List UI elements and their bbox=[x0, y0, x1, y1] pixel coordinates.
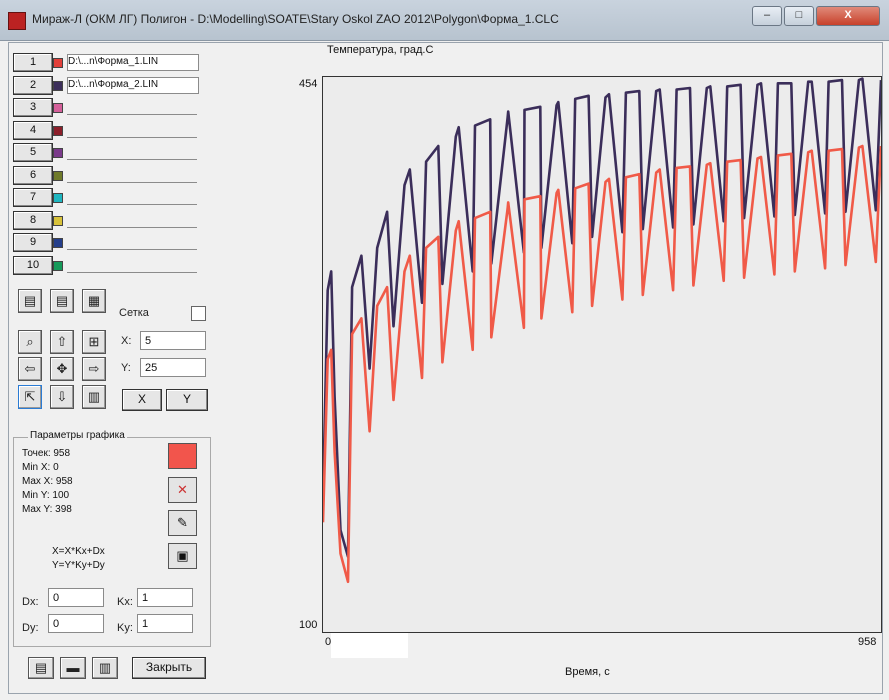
chart-plot bbox=[323, 77, 881, 584]
param-min-x: Min X: 0 bbox=[22, 462, 59, 473]
series-color-swatch bbox=[53, 238, 63, 248]
y-tick-max: 454 bbox=[299, 78, 318, 90]
delete-icon[interactable]: ✕ bbox=[168, 477, 197, 503]
zoom-out-icon[interactable]: ⌕ bbox=[18, 330, 42, 354]
dy-input[interactable]: 0 bbox=[48, 614, 104, 633]
series-button-7[interactable]: 7 bbox=[13, 188, 53, 207]
series-color-swatch bbox=[53, 81, 63, 91]
color-picker-button[interactable] bbox=[168, 443, 197, 469]
grid-y-button[interactable]: Y bbox=[166, 389, 208, 411]
series-line-2 bbox=[323, 144, 881, 584]
cursor-icon[interactable]: ⇱ bbox=[18, 385, 42, 409]
kx-input[interactable]: 1 bbox=[137, 588, 193, 607]
grid-y-input[interactable]: 25 bbox=[140, 358, 206, 377]
series-button-4[interactable]: 4 bbox=[13, 121, 53, 140]
ky-input[interactable]: 1 bbox=[137, 614, 193, 633]
kx-label: Kx: bbox=[117, 596, 133, 608]
x-tick-min: 0 bbox=[325, 636, 332, 648]
arrow-left-icon[interactable]: ⇦ bbox=[18, 357, 42, 381]
series-button-5[interactable]: 5 bbox=[13, 143, 53, 162]
grid-label: Сетка bbox=[119, 307, 149, 319]
y-axis-title: Температура, град.С bbox=[327, 44, 434, 56]
chart-area bbox=[322, 76, 882, 633]
dy-label: Dy: bbox=[22, 622, 39, 634]
series-button-6[interactable]: 6 bbox=[13, 166, 53, 185]
series-file-field[interactable] bbox=[67, 257, 197, 273]
grid-x-button[interactable]: X bbox=[122, 389, 162, 411]
monitor-icon[interactable]: ▬ bbox=[60, 657, 86, 679]
export-icon[interactable]: ▣ bbox=[168, 543, 197, 569]
params-title: Параметры графика bbox=[28, 430, 127, 441]
series-file-field[interactable] bbox=[67, 234, 197, 250]
center-icon[interactable]: ✥ bbox=[50, 357, 74, 381]
dx-input[interactable]: 0 bbox=[48, 588, 104, 607]
series-file-field[interactable] bbox=[67, 189, 197, 205]
series-color-swatch bbox=[53, 148, 63, 158]
arrow-right-icon[interactable]: ⇨ bbox=[82, 357, 106, 381]
window-title: Мираж-Л (ОКМ ЛГ) Полигон - D:\Modelling\… bbox=[32, 12, 559, 26]
floppy-icon[interactable]: ▥ bbox=[92, 657, 118, 679]
grid-y-label: Y: bbox=[121, 362, 131, 374]
series-file-field[interactable] bbox=[67, 167, 197, 183]
y-tick-min: 100 bbox=[299, 619, 318, 631]
series-color-swatch bbox=[53, 216, 63, 226]
close-window-button[interactable]: X bbox=[816, 6, 880, 26]
series-color-swatch bbox=[53, 58, 63, 68]
scale-icon[interactable]: ▥ bbox=[82, 385, 106, 409]
series-file-field[interactable] bbox=[67, 144, 197, 160]
app-icon bbox=[8, 12, 26, 30]
series-file-field[interactable]: D:\...n\Форма_1.LIN bbox=[67, 54, 199, 71]
series-color-swatch bbox=[53, 171, 63, 181]
series-color-swatch bbox=[53, 126, 63, 136]
title-bar: Мираж-Л (ОКМ ЛГ) Полигон - D:\Modelling\… bbox=[0, 0, 889, 41]
x-value-box bbox=[331, 633, 408, 658]
grid-x-label: X: bbox=[121, 335, 132, 347]
series-button-1[interactable]: 1 bbox=[13, 53, 53, 72]
maximize-button[interactable]: □ bbox=[784, 6, 814, 26]
close-button[interactable]: Закрыть bbox=[132, 657, 206, 679]
save-file-icon[interactable]: ▤ bbox=[50, 289, 74, 313]
formula-y: Y=Y*Ky+Dy bbox=[52, 560, 105, 571]
zoom-fit-icon[interactable]: ⊞ bbox=[82, 330, 106, 354]
series-line-1 bbox=[323, 77, 881, 559]
arrow-down-icon[interactable]: ⇩ bbox=[50, 385, 74, 409]
formula-x: X=X*Kx+Dx bbox=[52, 546, 105, 557]
param-max-x: Max X: 958 bbox=[22, 476, 73, 487]
series-button-3[interactable]: 3 bbox=[13, 98, 53, 117]
series-color-swatch bbox=[53, 261, 63, 271]
print-icon[interactable]: ▦ bbox=[82, 289, 106, 313]
series-button-10[interactable]: 10 bbox=[13, 256, 53, 275]
series-button-2[interactable]: 2 bbox=[13, 76, 53, 95]
series-file-field[interactable]: D:\...n\Форма_2.LIN bbox=[67, 77, 199, 94]
param-min-y: Min Y: 100 bbox=[22, 490, 70, 501]
ky-label: Ky: bbox=[117, 622, 133, 634]
series-button-9[interactable]: 9 bbox=[13, 233, 53, 252]
x-axis-title: Время, с bbox=[565, 666, 610, 678]
series-color-swatch bbox=[53, 193, 63, 203]
series-file-field[interactable] bbox=[67, 212, 197, 228]
series-color-swatch bbox=[53, 103, 63, 113]
grid-x-input[interactable]: 5 bbox=[140, 331, 206, 350]
param-points: Точек: 958 bbox=[22, 448, 71, 459]
save-icon[interactable]: ▤ bbox=[28, 657, 54, 679]
series-file-field[interactable] bbox=[67, 122, 197, 138]
edit-icon[interactable]: ✎ bbox=[168, 510, 197, 536]
grid-checkbox[interactable] bbox=[191, 306, 206, 321]
dx-label: Dx: bbox=[22, 596, 39, 608]
open-file-icon[interactable]: ▤ bbox=[18, 289, 42, 313]
series-file-field[interactable] bbox=[67, 99, 197, 115]
x-tick-max: 958 bbox=[858, 636, 877, 648]
param-max-y: Max Y: 398 bbox=[22, 504, 72, 515]
series-button-8[interactable]: 8 bbox=[13, 211, 53, 230]
minimize-button[interactable]: – bbox=[752, 6, 782, 26]
arrow-up-icon[interactable]: ⇧ bbox=[50, 330, 74, 354]
